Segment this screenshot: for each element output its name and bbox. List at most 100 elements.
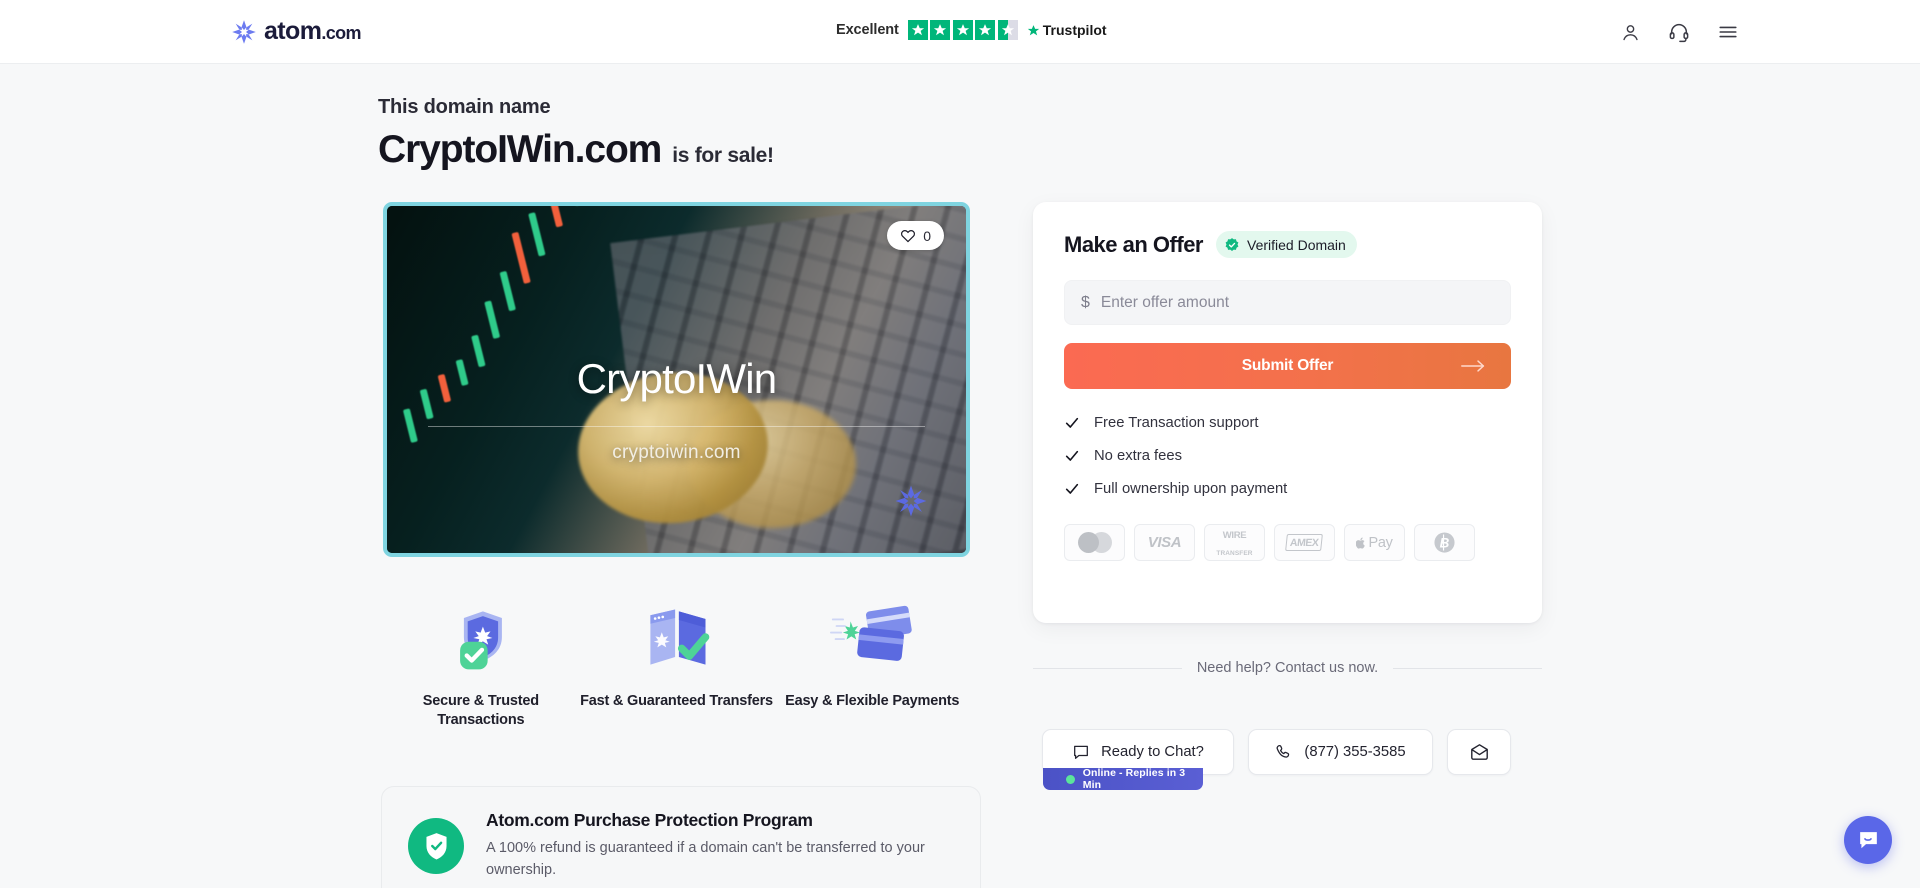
- check-icon: [1065, 417, 1079, 428]
- logo-tld: .com: [321, 23, 361, 43]
- atom-star-icon: [894, 484, 928, 518]
- visa-icon: VISA: [1134, 524, 1195, 561]
- wire-label-2: TRANSFER: [1216, 549, 1253, 557]
- hamburger-menu-icon[interactable]: [1714, 18, 1742, 46]
- feature-secure-trusted: Secure & Trusted Transactions: [383, 600, 579, 729]
- perk-label: Free Transaction support: [1094, 415, 1259, 431]
- trustpilot-star-icon: [1027, 24, 1039, 35]
- offer-amount-field-wrap[interactable]: $: [1064, 280, 1511, 325]
- apple-pay-icon: Pay: [1344, 524, 1405, 561]
- headset-support-icon[interactable]: [1665, 18, 1693, 46]
- chat-button-label: Ready to Chat?: [1101, 744, 1204, 760]
- amex-icon: AMEX: [1274, 524, 1335, 561]
- feature-easy-flexible: Easy & Flexible Payments: [774, 600, 970, 729]
- wire-label: WIRE: [1222, 530, 1247, 542]
- online-status-dot: [1066, 774, 1075, 784]
- visa-label: VISA: [1147, 534, 1182, 551]
- favorite-count: 0: [923, 227, 931, 244]
- list-item: Full ownership upon payment: [1064, 481, 1511, 497]
- logo-wordmark: atom.com: [264, 17, 362, 45]
- wire-transfer-icon: WIRE TRANSFER: [1204, 524, 1265, 561]
- domain-name-title: CryptoIWin.com: [378, 128, 662, 171]
- envelope-icon: [1470, 743, 1488, 760]
- account-icon[interactable]: [1616, 18, 1644, 46]
- feature-label: Easy & Flexible Payments: [785, 693, 960, 709]
- verified-check-icon: [1225, 237, 1239, 251]
- submit-offer-label: Submit Offer: [1241, 357, 1334, 374]
- protection-title: Atom.com Purchase Protection Program: [486, 810, 813, 831]
- header-icon-group: [1616, 18, 1742, 46]
- site-header: atom.com Excellent Trustpilot: [0, 0, 1920, 64]
- need-help-divider: Need help? Contact us now.: [1033, 660, 1542, 676]
- bitcoin-glyph-icon: B: [1434, 532, 1455, 553]
- hero-domain-title: CryptoIWin: [576, 355, 778, 403]
- payment-methods-list: VISA WIRE TRANSFER AMEX Pay B: [1064, 524, 1511, 561]
- contact-button-group: Ready to Chat? Online - Replies in 3 Min…: [1042, 729, 1511, 791]
- trustpilot-rating-word: Excellent: [836, 22, 899, 38]
- currency-symbol: $: [1081, 293, 1090, 311]
- email-button[interactable]: [1447, 729, 1511, 775]
- offer-header: Make an Offer Verified Domain: [1064, 231, 1511, 258]
- feature-list: Secure & Trusted Transactions Fast & Gua…: [383, 600, 970, 729]
- offer-amount-input[interactable]: [1100, 293, 1494, 312]
- phone-icon: [1276, 744, 1290, 758]
- heart-icon: [901, 229, 916, 242]
- atom-star-icon: [231, 19, 257, 45]
- chat-launcher-icon: [1859, 831, 1877, 848]
- hero-divider: [427, 426, 926, 428]
- purchase-protection-card: Atom.com Purchase Protection Program A 1…: [381, 786, 981, 888]
- for-sale-label: is for sale!: [672, 144, 774, 167]
- domain-hero-image[interactable]: CryptoIWin cryptoiwin.com 0: [383, 202, 970, 557]
- verified-domain-label: Verified Domain: [1247, 236, 1346, 253]
- chat-bubble-icon: [1074, 745, 1089, 759]
- favorite-button[interactable]: 0: [887, 221, 944, 250]
- trustpilot-brand: Trustpilot: [1027, 22, 1107, 38]
- need-help-label: Need help? Contact us now.: [1196, 660, 1379, 676]
- feature-label: Secure & Trusted Transactions: [422, 693, 539, 728]
- mastercard-icon: [1064, 524, 1125, 561]
- ready-to-chat-button[interactable]: Ready to Chat? Online - Replies in 3 Min: [1042, 729, 1234, 791]
- perk-label: Full ownership upon payment: [1094, 481, 1288, 497]
- hero-domain-subtitle: cryptoiwin.com: [612, 441, 741, 463]
- page-kicker: This domain name: [378, 96, 551, 118]
- shield-badge-icon: [408, 818, 464, 874]
- star-icon-2: [930, 20, 951, 40]
- feature-fast-guaranteed: Fast & Guaranteed Transfers: [579, 600, 775, 729]
- feature-label: Fast & Guaranteed Transfers: [580, 693, 773, 709]
- phone-number-label: (877) 355-3585: [1304, 744, 1406, 760]
- shield-check-icon: [383, 600, 579, 676]
- arrow-right-icon: [1460, 359, 1487, 373]
- transfer-windows-icon: [579, 600, 775, 676]
- trustpilot-stars: [907, 20, 1018, 40]
- divider-left: [1033, 667, 1182, 669]
- offer-perks-list: Free Transaction support No extra fees F…: [1064, 415, 1511, 497]
- apple-pay-label: Pay: [1368, 534, 1393, 551]
- make-offer-card: Make an Offer Verified Domain $ Submit O…: [1033, 202, 1542, 623]
- divider-right: [1393, 667, 1542, 669]
- online-status-label: Online - Replies in 3 Min: [1082, 767, 1186, 791]
- atom-logo[interactable]: atom.com: [231, 17, 362, 46]
- perk-label: No extra fees: [1094, 448, 1183, 464]
- trustpilot-brand-label: Trustpilot: [1042, 22, 1107, 38]
- status-badge: Verified Domain: [1216, 231, 1357, 258]
- trustpilot-widget[interactable]: Excellent Trustpilot: [836, 20, 1107, 40]
- bitcoin-icon: B: [1414, 524, 1475, 561]
- online-status-badge: Online - Replies in 3 Min: [1043, 767, 1203, 791]
- offer-title: Make an Offer: [1064, 231, 1204, 257]
- protection-description: A 100% refund is guaranteed if a domain …: [486, 840, 925, 878]
- chat-launcher-button[interactable]: [1844, 816, 1892, 864]
- list-item: Free Transaction support: [1064, 415, 1511, 431]
- credit-cards-icon: [774, 600, 970, 676]
- list-item: No extra fees: [1064, 448, 1511, 464]
- svg-text:B: B: [1440, 535, 1450, 550]
- star-icon-1: [907, 20, 928, 40]
- check-icon: [1065, 483, 1079, 494]
- star-icon-4: [975, 20, 996, 40]
- page-title: CryptoIWin.com is for sale!: [378, 128, 774, 172]
- apple-logo-icon: [1356, 536, 1366, 549]
- star-icon-half-5: [997, 20, 1018, 40]
- protection-text-block: Atom.com Purchase Protection Program A 1…: [486, 810, 954, 882]
- phone-button[interactable]: (877) 355-3585: [1248, 729, 1433, 775]
- page-root: atom.com Excellent Trustpilot This domai…: [0, 0, 1920, 888]
- submit-offer-button[interactable]: Submit Offer: [1064, 343, 1511, 389]
